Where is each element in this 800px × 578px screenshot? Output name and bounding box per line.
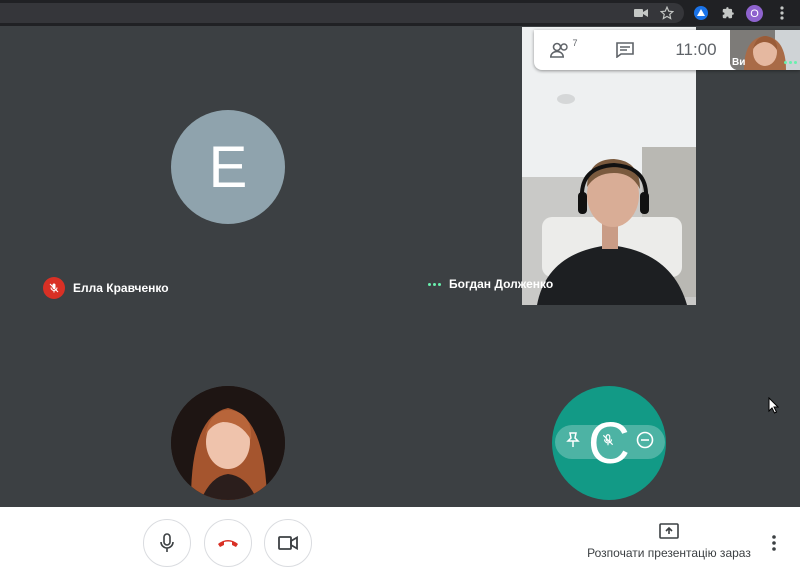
camera-icon[interactable] <box>633 5 649 21</box>
participant-video-circle <box>171 386 285 500</box>
participant-name-tag: Елла Кравченко <box>43 277 169 299</box>
present-now-button[interactable]: Розпочати презентацію зараз <box>585 523 753 560</box>
people-count: 7 <box>572 38 578 48</box>
mic-off-icon <box>601 432 615 453</box>
chat-button[interactable] <box>606 30 644 70</box>
remove-participant-icon[interactable] <box>636 431 654 454</box>
participant-name-tag: Богдан Долженко <box>428 277 553 291</box>
microphone-toggle-button[interactable] <box>143 519 191 567</box>
participant-tile-ella[interactable]: E Елла Кравченко <box>0 27 418 305</box>
participant-tile-3[interactable] <box>0 305 418 507</box>
microphone-icon <box>160 533 174 552</box>
tile-hover-controls <box>555 425 665 459</box>
more-options-icon[interactable] <box>764 533 784 553</box>
participant-name: Богдан Долженко <box>449 277 554 291</box>
self-view-thumbnail[interactable]: Ви <box>730 30 800 70</box>
browser-toolbar: O <box>0 0 800 27</box>
puzzle-extensions-icon[interactable] <box>720 5 736 21</box>
present-screen-icon <box>659 523 679 539</box>
speaking-indicator-icon <box>784 61 797 64</box>
meeting-grid: E Елла Кравченко Богдан Долженко C <box>0 27 800 507</box>
hang-up-phone-icon <box>218 540 238 547</box>
mouse-cursor-icon <box>768 396 780 419</box>
pin-icon[interactable] <box>565 431 580 453</box>
hang-up-button[interactable] <box>204 519 252 567</box>
browser-menu-icon[interactable] <box>774 5 790 21</box>
meeting-clock: 11:00 <box>675 40 717 59</box>
star-icon[interactable] <box>659 5 675 21</box>
participant-avatar-e: E <box>171 110 285 224</box>
participant-name: Елла Кравченко <box>73 281 169 295</box>
address-bar[interactable] <box>0 3 684 23</box>
mic-off-icon <box>43 277 65 299</box>
camera-toggle-button[interactable] <box>264 519 312 567</box>
participant-tile-c[interactable]: C <box>418 305 800 507</box>
video-camera-icon <box>278 536 298 550</box>
profile-avatar[interactable]: O <box>746 5 763 22</box>
self-view-label: Ви <box>732 57 746 68</box>
people-button[interactable]: 7 <box>544 30 584 70</box>
speaking-indicator-icon <box>428 282 441 286</box>
present-now-label: Розпочати презентацію зараз <box>587 546 751 560</box>
extension-drive-icon[interactable] <box>693 5 709 21</box>
call-controls-bar: Розпочати презентацію зараз <box>0 507 800 578</box>
